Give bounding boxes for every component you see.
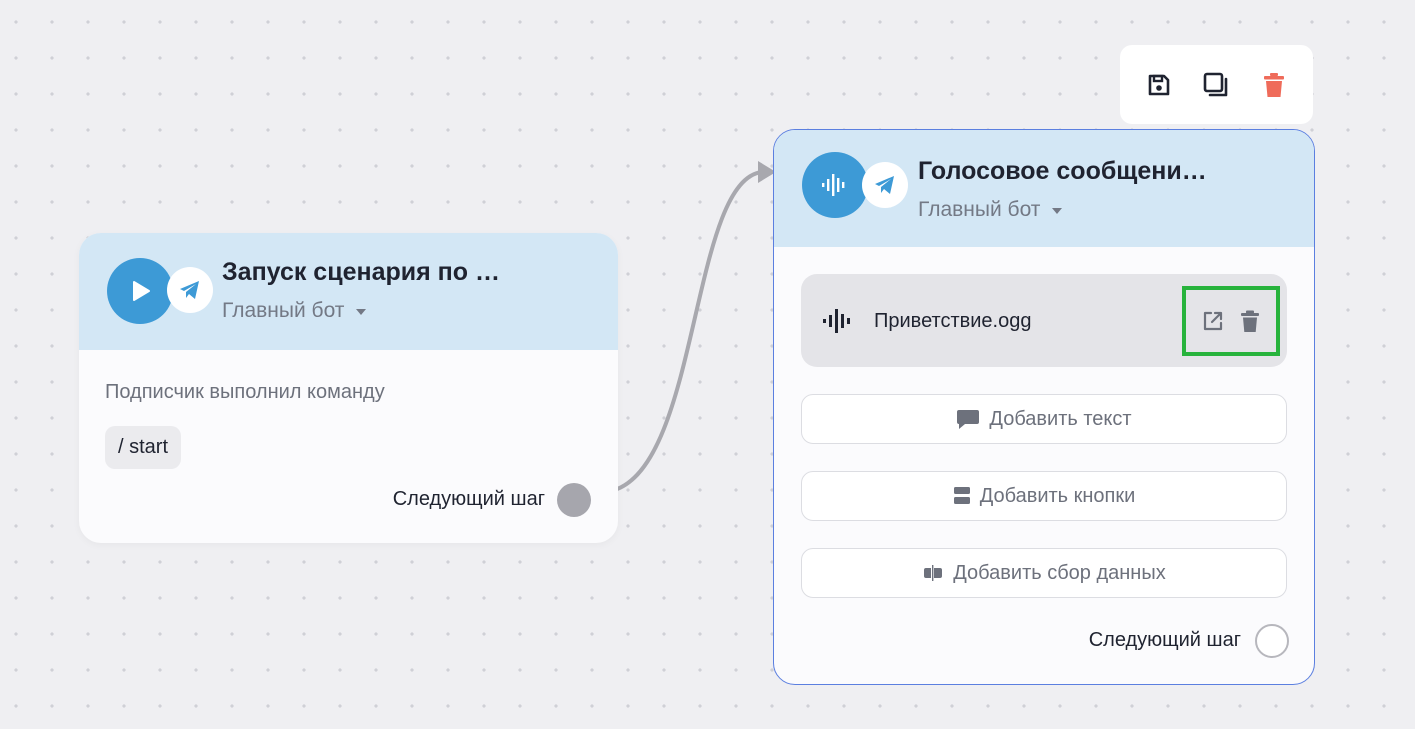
- audio-actions: [1182, 286, 1280, 356]
- bot-select-value: Главный бот: [222, 299, 345, 322]
- voice-node-header: Голосовое сообщени… Главный бот: [774, 130, 1314, 247]
- duplicate-button[interactable]: [1196, 65, 1236, 105]
- next-step-port[interactable]: [1255, 624, 1289, 658]
- input-field-icon: [924, 565, 943, 581]
- trigger-description: Подписчик выполнил команду: [105, 381, 385, 403]
- command-chip: / start: [105, 426, 182, 469]
- play-icon: [107, 258, 173, 324]
- bot-select[interactable]: Главный бот: [918, 198, 1063, 222]
- save-button[interactable]: [1139, 65, 1179, 105]
- voice-wave-icon: [802, 152, 868, 218]
- next-step-label: Следующий шаг: [392, 488, 545, 510]
- save-icon: [1148, 74, 1170, 95]
- add-buttons-label: Добавить кнопки: [979, 484, 1136, 507]
- bot-select[interactable]: Главный бот: [222, 299, 367, 323]
- delete-icon: [1264, 72, 1285, 97]
- chevron-down-icon: [356, 309, 367, 315]
- trigger-node-header: Запуск сценария по … Главный бот: [79, 233, 618, 350]
- chevron-down-icon: [1052, 208, 1063, 214]
- node-toolbar: [1120, 45, 1313, 124]
- external-link-icon: [1203, 311, 1222, 331]
- trigger-node[interactable]: Запуск сценария по … Главный бот Подписч…: [79, 233, 618, 543]
- delete-file-button[interactable]: [1237, 308, 1263, 334]
- voice-message-node[interactable]: Голосовое сообщени… Главный бот Приветст…: [773, 129, 1315, 685]
- add-text-label: Добавить текст: [989, 407, 1132, 430]
- buttons-icon: [953, 487, 970, 504]
- open-file-button[interactable]: [1200, 308, 1226, 334]
- audio-wave-icon: [823, 309, 850, 333]
- trash-icon: [1240, 310, 1259, 332]
- audio-file-item: Приветствие.ogg: [801, 274, 1287, 367]
- delete-button[interactable]: [1254, 65, 1294, 105]
- add-data-collection-label: Добавить сбор данных: [953, 561, 1166, 584]
- bot-select-value: Главный бот: [918, 198, 1041, 221]
- next-step-port[interactable]: [557, 483, 591, 517]
- add-buttons-button[interactable]: Добавить кнопки: [801, 471, 1287, 521]
- node-title: Запуск сценария по …: [222, 258, 500, 286]
- next-step-label: Следующий шаг: [1088, 629, 1241, 651]
- add-data-collection-button[interactable]: Добавить сбор данных: [801, 548, 1287, 598]
- audio-file-name: Приветствие.ogg: [874, 310, 1032, 332]
- node-title: Голосовое сообщени…: [918, 157, 1207, 185]
- duplicate-icon: [1204, 72, 1228, 96]
- add-text-button[interactable]: Добавить текст: [801, 394, 1287, 444]
- telegram-icon: [167, 267, 213, 313]
- telegram-icon: [862, 162, 908, 208]
- speech-bubble-icon: [957, 410, 980, 429]
